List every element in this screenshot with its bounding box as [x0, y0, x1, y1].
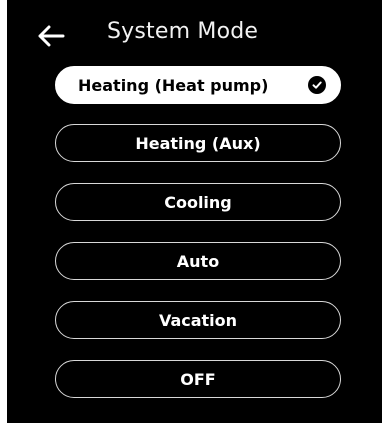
check-circle-icon	[308, 76, 326, 94]
header: System Mode	[7, 0, 382, 60]
mode-option-heat-pump[interactable]: Heating (Heat pump)	[55, 66, 341, 104]
mode-option-off[interactable]: OFF	[55, 360, 341, 398]
mode-option-cooling[interactable]: Cooling	[55, 183, 341, 221]
mode-option-label: Heating (Aux)	[135, 133, 261, 153]
mode-option-aux-heat[interactable]: Heating (Aux)	[55, 124, 341, 162]
mode-option-label: OFF	[180, 369, 216, 389]
system-mode-options: Heating (Heat pump) Heating (Aux) Coolin…	[55, 66, 341, 419]
mode-option-label: Cooling	[164, 192, 232, 212]
page-title: System Mode	[107, 19, 259, 44]
mode-option-label: Vacation	[158, 310, 238, 330]
back-button[interactable]	[33, 20, 69, 52]
mode-option-vacation[interactable]: Vacation	[55, 301, 341, 339]
thermostat-screen: System Mode Heating (Heat pump) Heating …	[7, 0, 382, 423]
arrow-left-icon	[38, 25, 65, 47]
mode-option-label: Heating (Heat pump)	[78, 75, 269, 95]
mode-option-auto[interactable]: Auto	[55, 242, 341, 280]
mode-option-label: Auto	[176, 251, 220, 271]
